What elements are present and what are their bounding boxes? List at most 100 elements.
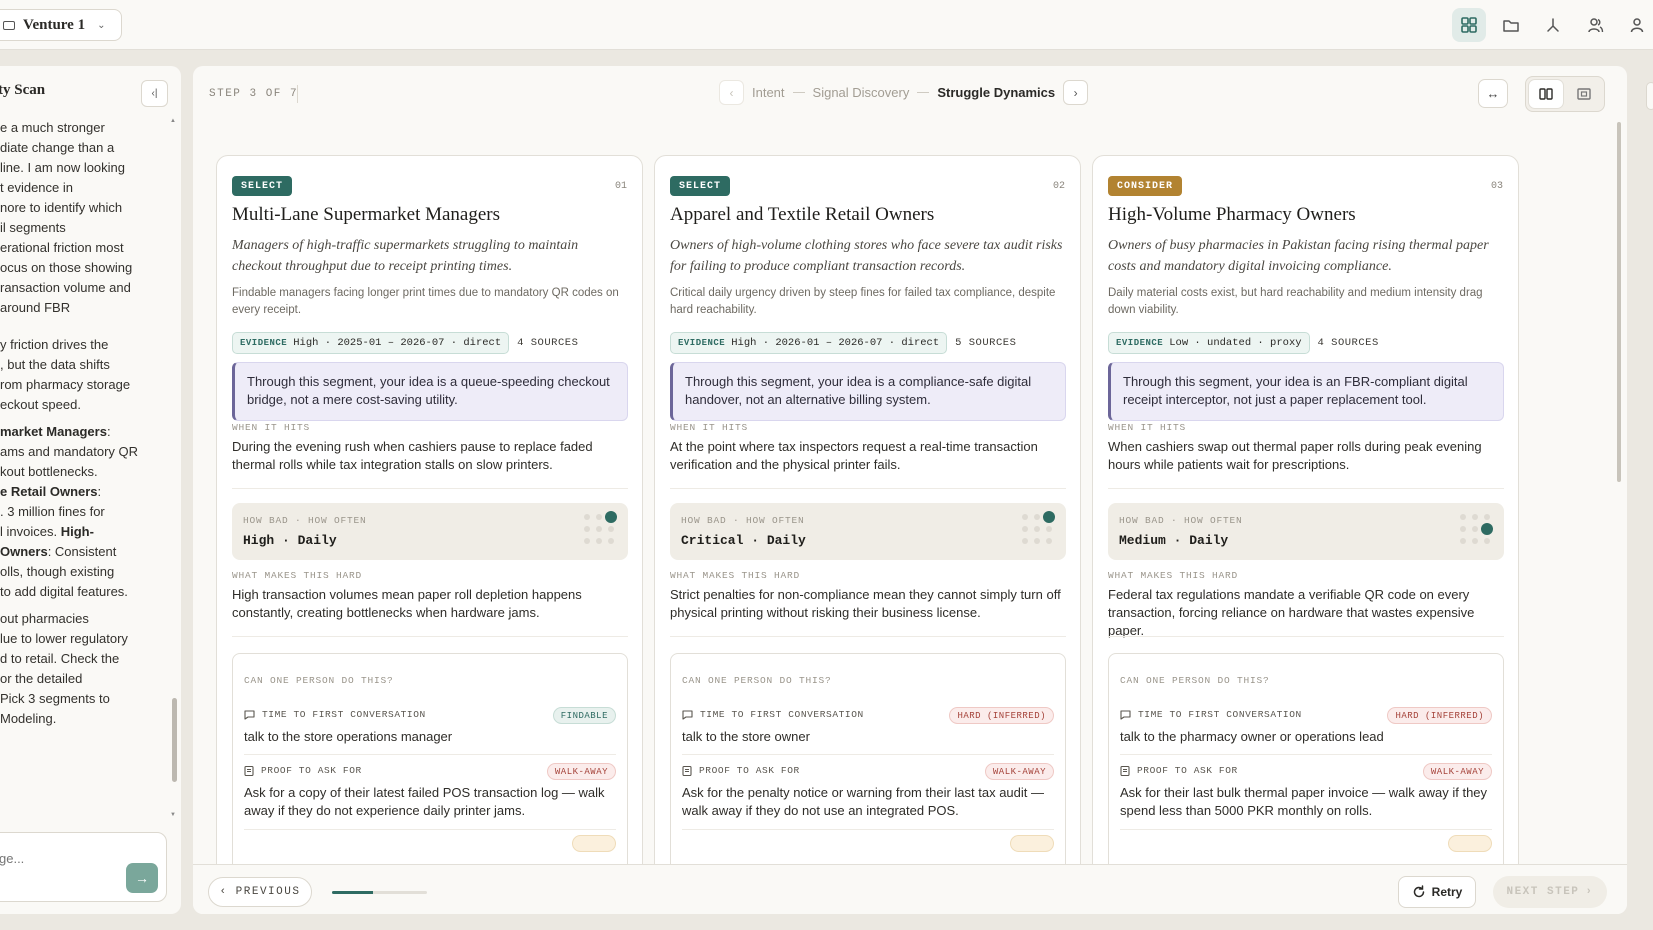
sources-count[interactable]: 4 SOURCES <box>1318 337 1379 349</box>
segment-title: Apparel and Textile Retail Owners <box>670 204 935 225</box>
users-icon[interactable] <box>1578 8 1612 42</box>
next-step-button[interactable]: NEXT STEP › <box>1493 876 1607 908</box>
chevron-right-icon: › <box>1073 85 1078 100</box>
chat-text: : <box>97 484 102 499</box>
chat-message-line: around FBR <box>0 300 71 315</box>
chat-input[interactable] <box>0 851 99 866</box>
columns-icon <box>1539 88 1553 100</box>
proof-to-ask-text: PROOF TO ASK FOR <box>1137 765 1238 776</box>
venture-selector[interactable]: Venture 1 ⌄ <box>0 9 122 41</box>
previous-button[interactable]: ‹ PREVIOUS <box>208 877 312 907</box>
step-intent[interactable]: Intent <box>752 85 785 100</box>
status-pill <box>1448 835 1492 852</box>
main-scrollbar-thumb[interactable] <box>1617 122 1621 482</box>
severity-dot <box>584 514 590 520</box>
sources-count[interactable]: 4 SOURCES <box>517 337 578 349</box>
walk-away-pill: WALK-AWAY <box>984 763 1054 780</box>
when-it-hits-label: WHEN IT HITS <box>1108 422 1187 433</box>
previous-label: PREVIOUS <box>235 886 301 898</box>
proof-to-ask-label: PROOF TO ASK FOR <box>682 765 800 776</box>
divider <box>670 488 1066 489</box>
chat-message-line: Modeling. <box>0 711 57 726</box>
chat-message-line: e a much stronger <box>0 120 105 135</box>
divider <box>232 636 628 637</box>
reachability-pill: HARD (INFERRED) <box>1387 707 1492 724</box>
severity-dot <box>1046 526 1052 532</box>
segment-title: Multi-Lane Supermarket Managers <box>232 204 501 225</box>
severity-box: HOW BAD · HOW OFTEN Medium · Daily <box>1108 503 1504 560</box>
chat-message-line: erational friction most <box>0 240 124 255</box>
segment-description: Managers of high-traffic supermarkets st… <box>232 238 579 274</box>
status-pill <box>1010 835 1054 852</box>
clipboard-icon <box>244 765 254 776</box>
next-step-arrow[interactable]: › <box>1063 80 1089 105</box>
chat-text: ams and mandatory QR <box>0 444 139 459</box>
main-panel: STEP 3 OF 7 ‹ Intent Signal Discovery St… <box>193 66 1627 914</box>
reachability-pill: FINDABLE <box>552 707 616 724</box>
refresh-icon <box>1413 885 1424 898</box>
chat-message-line: e Retail Owners: <box>0 482 140 502</box>
progress-fill <box>332 891 373 894</box>
step-connector <box>917 92 930 93</box>
proof-to-ask-text: PROOF TO ASK FOR <box>261 765 362 776</box>
chat-message-line: or the detailed <box>0 671 83 686</box>
severity-box: HOW BAD · HOW OFTEN High · Daily <box>232 503 628 560</box>
proof-text: Ask for a copy of their latest failed PO… <box>244 785 605 818</box>
footer-bar: ‹ PREVIOUS Retry NEXT STEP › <box>193 864 1627 914</box>
scroll-up-arrow[interactable]: ▲ <box>170 118 176 124</box>
segment-description: Owners of busy pharmacies in Pakistan fa… <box>1108 238 1489 274</box>
evidence-value: High · 2025-01 – 2026-07 · direct <box>293 337 502 349</box>
severity-dot <box>1022 538 1028 544</box>
step-struggle-dynamics[interactable]: Struggle Dynamics <box>937 85 1055 100</box>
severity-dot <box>1034 538 1040 544</box>
segment-card[interactable]: CONSIDER 03 High-Volume Pharmacy Owners … <box>1092 155 1519 865</box>
scroll-down-arrow[interactable]: ▼ <box>170 812 176 818</box>
can-one-person-label: CAN ONE PERSON DO THIS? <box>244 675 394 686</box>
sources-count[interactable]: 5 SOURCES <box>955 337 1016 349</box>
prev-step-arrow[interactable]: ‹ <box>719 80 744 105</box>
expand-horizontal-icon: ↔ <box>1486 86 1500 101</box>
retry-button[interactable]: Retry <box>1398 876 1476 908</box>
segment-card[interactable]: SELECT 02 Apparel and Textile Retail Own… <box>654 155 1081 865</box>
evidence-row: EVIDENCE High · 2025-01 – 2026-07 · dire… <box>232 332 578 354</box>
feasibility-card: CAN ONE PERSON DO THIS? TIME TO FIRST CO… <box>670 653 1066 865</box>
right-panel-edge[interactable] <box>1646 82 1653 110</box>
segment-card[interactable]: SELECT 01 Multi-Lane Supermarket Manager… <box>216 155 643 865</box>
chat-message-line: kout bottlenecks. <box>0 462 140 482</box>
chat-bold-text: High- <box>60 524 94 539</box>
how-bad-label: HOW BAD · HOW OFTEN <box>681 515 805 526</box>
folder-icon[interactable] <box>1494 8 1528 42</box>
severity-dot <box>1034 526 1040 532</box>
chat-bubble-icon <box>682 709 693 720</box>
expand-width-button[interactable]: ↔ <box>1478 79 1508 108</box>
conversation-text: talk to the store operations manager <box>244 729 453 744</box>
divider <box>1120 754 1492 755</box>
user-icon[interactable] <box>1620 8 1653 42</box>
severity-dot <box>1034 514 1040 520</box>
collapse-panel-button[interactable]: ‹| <box>141 80 168 107</box>
send-button[interactable]: → <box>126 863 158 893</box>
how-bad-value: Critical · Daily <box>681 533 806 548</box>
chat-scrollbar-thumb[interactable] <box>172 698 177 782</box>
chevron-down-icon: ⌄ <box>97 19 106 31</box>
step-signal-discovery[interactable]: Signal Discovery <box>813 85 910 100</box>
how-bad-label: HOW BAD · HOW OFTEN <box>243 515 367 526</box>
what-makes-hard-label: WHAT MAKES THIS HARD <box>670 570 801 581</box>
proof-text: Ask for the penalty notice or warning fr… <box>682 785 1045 818</box>
proof-to-ask-label: PROOF TO ASK FOR <box>244 765 362 776</box>
segment-note: Findable managers facing longer print ti… <box>232 287 619 316</box>
fork-icon[interactable] <box>1536 8 1570 42</box>
time-first-conversation-text: TIME TO FIRST CONVERSATION <box>262 709 426 720</box>
chat-text: . 3 million fines for <box>0 504 105 519</box>
grid-icon[interactable] <box>1452 8 1486 42</box>
evidence-badge: EVIDENCE High · 2025-01 – 2026-07 · dire… <box>232 332 510 354</box>
chat-message-line: market Managers: <box>0 422 140 442</box>
evidence-label: EVIDENCE <box>678 338 726 348</box>
collapse-icon: ‹| <box>151 88 158 99</box>
view-toggle <box>1525 76 1605 112</box>
time-first-conversation-label: TIME TO FIRST CONVERSATION <box>244 709 426 720</box>
focus-view-button[interactable] <box>1567 80 1601 108</box>
chat-message-line: ransaction volume and <box>0 280 131 295</box>
split-view-button[interactable] <box>1529 80 1563 108</box>
severity-grid <box>1460 514 1494 548</box>
